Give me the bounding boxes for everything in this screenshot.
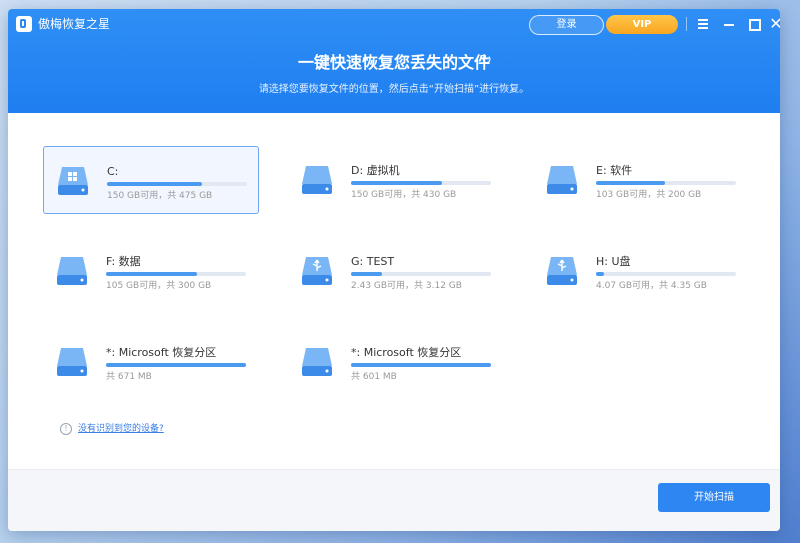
drive-card-e[interactable]: E: 软件 103 GB可用，共 200 GB bbox=[533, 146, 749, 214]
refresh-icon[interactable]: ↻ bbox=[481, 54, 495, 68]
drive-usage-bar bbox=[107, 182, 247, 186]
menu-icon[interactable] bbox=[693, 14, 713, 34]
drive-icon bbox=[547, 166, 577, 194]
usb-drive-icon bbox=[547, 257, 577, 285]
drive-card-g[interactable]: G: TEST 2.43 GB可用，共 3.12 GB bbox=[288, 237, 504, 305]
drive-capacity: 103 GB可用，共 200 GB bbox=[596, 190, 702, 200]
drive-usage-bar bbox=[106, 363, 246, 367]
drive-icon bbox=[57, 257, 87, 285]
drive-icon bbox=[57, 348, 87, 376]
drive-capacity: 共 601 MB bbox=[351, 372, 397, 382]
drive-name: C: bbox=[107, 165, 119, 178]
app-window: 傲梅恢复之星 登录 VIP ✕ 一键快速恢复您丢失的文件 ↻ 请选择您要恢复文件… bbox=[8, 9, 780, 531]
header-divider bbox=[686, 17, 687, 31]
drive-name: E: 软件 bbox=[596, 164, 633, 177]
drive-card-f[interactable]: F: 数据 105 GB可用，共 300 GB bbox=[43, 237, 259, 305]
vip-button[interactable]: VIP bbox=[606, 15, 678, 34]
drive-icon bbox=[302, 166, 332, 194]
drive-capacity: 150 GB可用，共 430 GB bbox=[351, 190, 457, 200]
login-button[interactable]: 登录 bbox=[529, 15, 604, 35]
drive-usage-bar bbox=[351, 181, 491, 185]
page-title: 一键快速恢复您丢失的文件 bbox=[297, 53, 490, 72]
footer-bar: 开始扫描 bbox=[8, 469, 780, 531]
app-logo-icon bbox=[16, 16, 32, 32]
drive-capacity: 共 671 MB bbox=[106, 372, 152, 382]
drive-usage-bar bbox=[596, 181, 736, 185]
drive-name: *: Microsoft 恢复分区 bbox=[106, 346, 217, 359]
windows-drive-icon bbox=[58, 167, 88, 195]
drive-name: G: TEST bbox=[351, 255, 395, 268]
app-title: 傲梅恢复之星 bbox=[38, 17, 111, 31]
page-subtitle: 请选择您要恢复文件的位置，然后点击“开始扫描”进行恢复。 bbox=[258, 84, 530, 95]
drive-name: F: 数据 bbox=[106, 255, 141, 268]
drive-capacity: 4.07 GB可用，共 4.35 GB bbox=[596, 281, 707, 291]
maximize-icon[interactable] bbox=[744, 14, 764, 34]
close-icon[interactable]: ✕ bbox=[766, 14, 780, 34]
drive-card-recovery-2[interactable]: *: Microsoft 恢复分区 共 601 MB bbox=[288, 328, 504, 396]
minimize-icon[interactable] bbox=[719, 14, 739, 34]
drive-usage-bar bbox=[106, 272, 246, 276]
drive-usage-bar bbox=[596, 272, 736, 276]
drive-usage-bar bbox=[351, 363, 491, 367]
drive-card-c[interactable]: C: 150 GB可用，共 475 GB bbox=[43, 146, 259, 214]
usb-drive-icon bbox=[302, 257, 332, 285]
app-header: 傲梅恢复之星 登录 VIP ✕ 一键快速恢复您丢失的文件 ↻ 请选择您要恢复文件… bbox=[8, 9, 780, 113]
drive-capacity: 105 GB可用，共 300 GB bbox=[106, 281, 212, 291]
drive-card-h[interactable]: H: U盘 4.07 GB可用，共 4.35 GB bbox=[533, 237, 749, 305]
drive-capacity: 150 GB可用，共 475 GB bbox=[107, 191, 213, 201]
drive-usage-bar bbox=[351, 272, 491, 276]
drive-card-recovery-1[interactable]: *: Microsoft 恢复分区 共 671 MB bbox=[43, 328, 259, 396]
drive-capacity: 2.43 GB可用，共 3.12 GB bbox=[351, 281, 462, 291]
drive-icon bbox=[302, 348, 332, 376]
start-scan-button[interactable]: 开始扫描 bbox=[658, 483, 770, 512]
drive-name: *: Microsoft 恢复分区 bbox=[351, 346, 462, 359]
drive-name: D: 虚拟机 bbox=[351, 164, 400, 177]
drive-card-d[interactable]: D: 虚拟机 150 GB可用，共 430 GB bbox=[288, 146, 504, 214]
device-not-found-link[interactable]: 没有识别到您的设备? bbox=[78, 423, 164, 435]
info-icon: ! bbox=[60, 423, 72, 435]
drive-name: H: U盘 bbox=[596, 255, 631, 268]
